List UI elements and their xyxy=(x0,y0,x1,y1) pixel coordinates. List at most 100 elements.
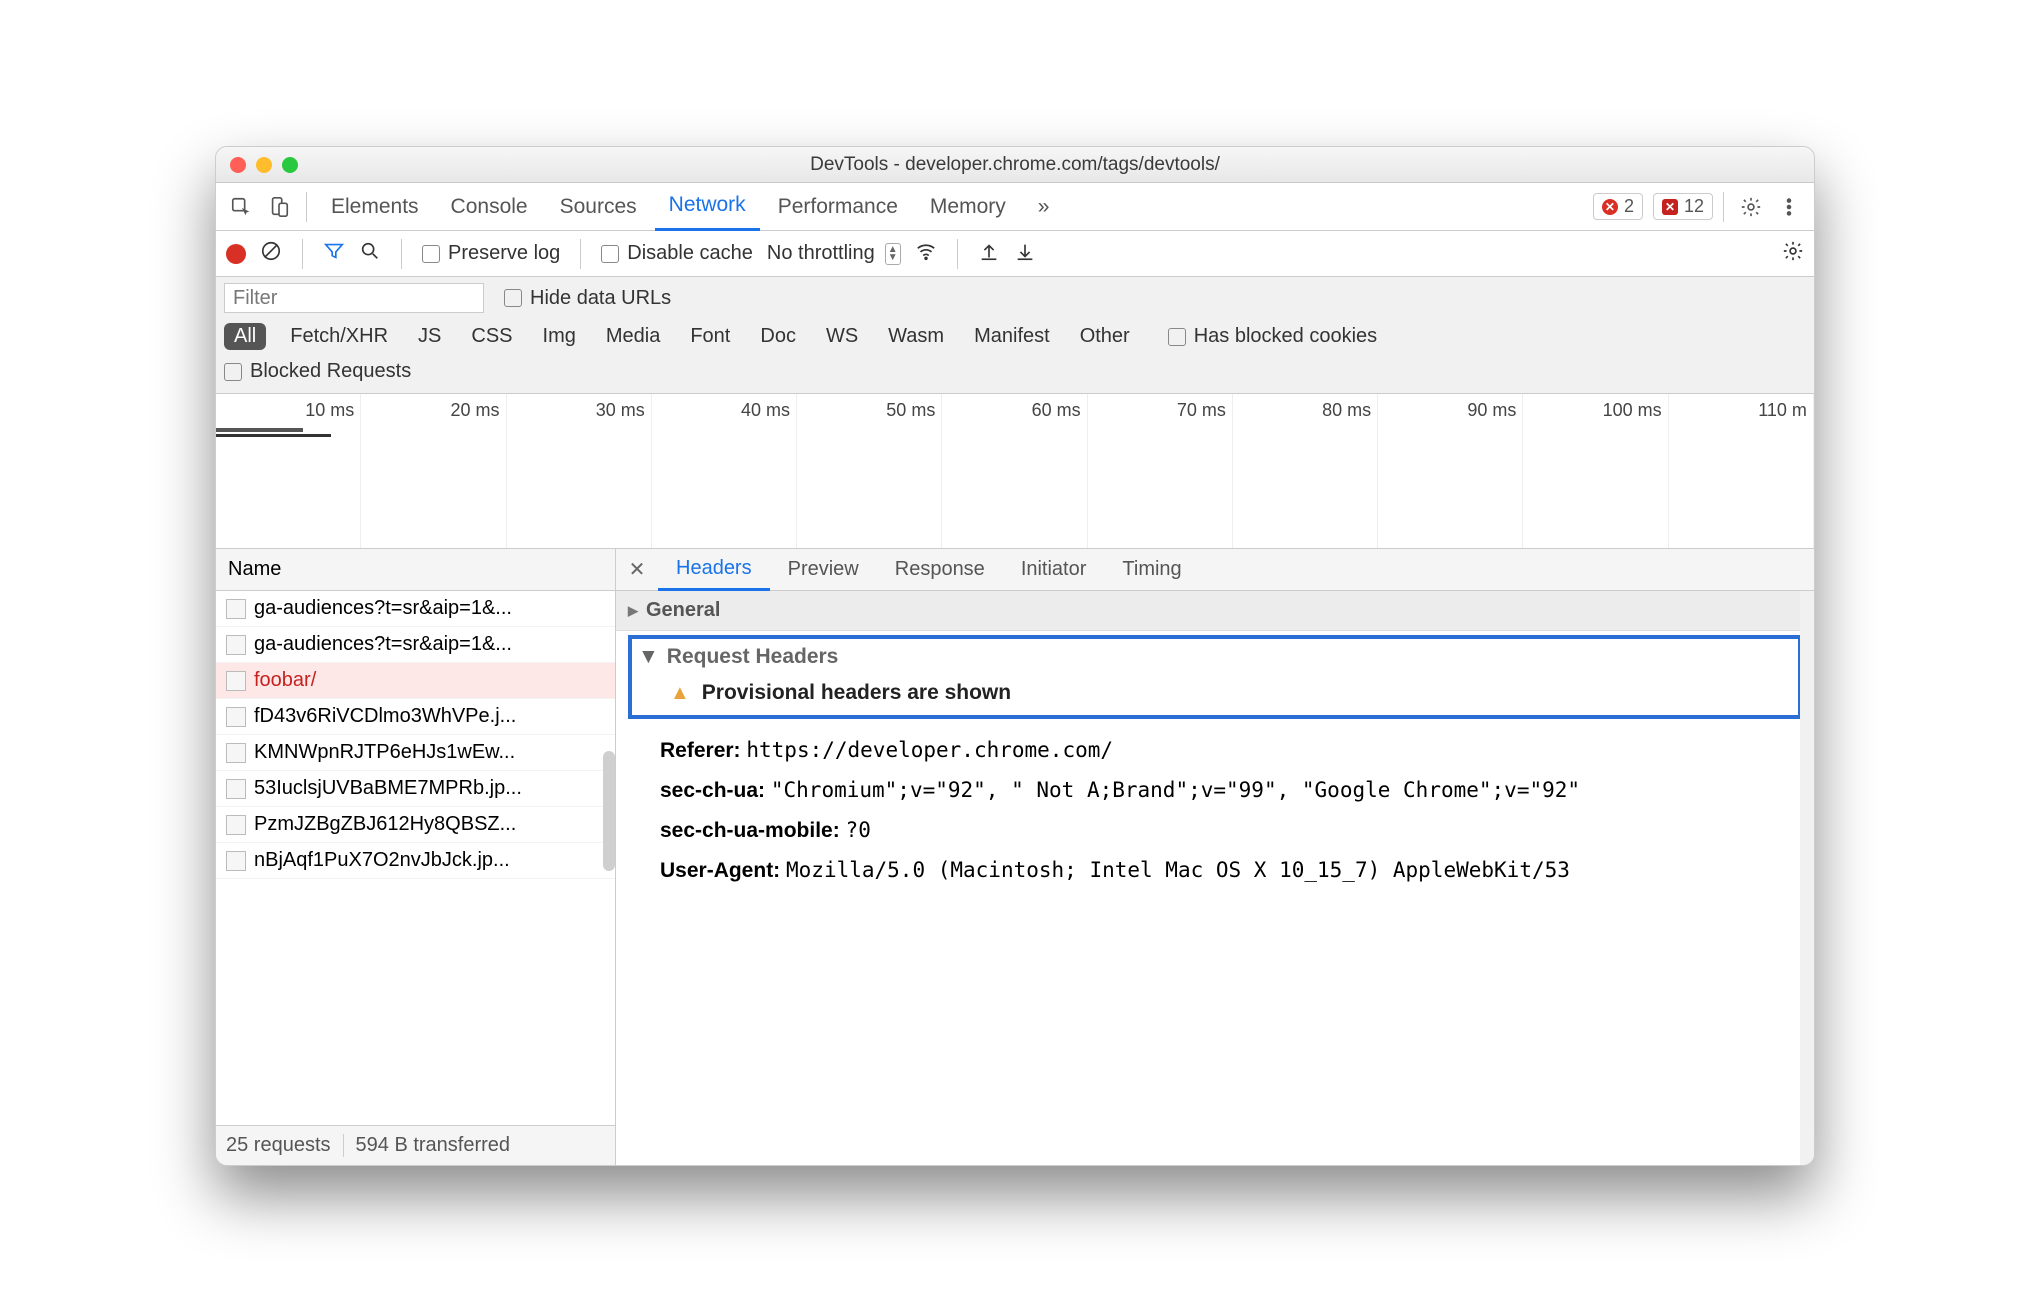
header-value: "Chromium";v="92", " Not A;Brand";v="99"… xyxy=(771,778,1580,802)
filter-type-js[interactable]: JS xyxy=(412,323,447,350)
detail-tab-initiator[interactable]: Initiator xyxy=(1003,549,1105,591)
request-headers-list: Referer: https://developer.chrome.com/se… xyxy=(616,723,1814,909)
filter-input[interactable]: Filter xyxy=(224,283,484,313)
request-headers-section-header[interactable]: ▼ Request Headers xyxy=(632,639,1798,675)
search-icon[interactable] xyxy=(359,240,381,268)
request-row[interactable]: ga-audiences?t=sr&aip=1&... xyxy=(216,627,615,663)
request-row[interactable]: fD43v6RiVCDlmo3WhVPe.j... xyxy=(216,699,615,735)
titlebar: DevTools - developer.chrome.com/tags/dev… xyxy=(216,147,1814,183)
kebab-menu-icon[interactable] xyxy=(1772,190,1806,224)
request-list[interactable]: ga-audiences?t=sr&aip=1&... ga-audiences?… xyxy=(216,591,615,1125)
separator xyxy=(957,239,958,269)
timeline-label: 90 ms xyxy=(1378,394,1523,428)
detail-tab-preview[interactable]: Preview xyxy=(770,549,877,591)
record-button[interactable] xyxy=(226,244,246,264)
request-row[interactable]: PzmJZBgZBJ612Hy8QBSZ... xyxy=(216,807,615,843)
tab-sources[interactable]: Sources xyxy=(546,183,651,231)
request-name: KMNWpnRJTP6eHJs1wEw... xyxy=(254,741,515,764)
scrollbar[interactable] xyxy=(1800,591,1814,1165)
minimize-window-button[interactable] xyxy=(256,157,272,173)
filter-type-fetchxhr[interactable]: Fetch/XHR xyxy=(284,323,394,350)
filter-type-manifest[interactable]: Manifest xyxy=(968,323,1056,350)
issue-count-pill[interactable]: ✕ 12 xyxy=(1653,193,1713,220)
header-row: sec-ch-ua-mobile: ?0 xyxy=(660,811,1792,851)
inspect-element-icon[interactable] xyxy=(224,190,258,224)
detail-tab-timing[interactable]: Timing xyxy=(1104,549,1199,591)
tab-console[interactable]: Console xyxy=(437,183,542,231)
filter-type-img[interactable]: Img xyxy=(537,323,582,350)
panel-tabs: Elements Console Sources Network Perform… xyxy=(216,183,1814,231)
filter-type-css[interactable]: CSS xyxy=(465,323,518,350)
timeline-label: 10 ms xyxy=(216,394,361,428)
filter-types: All Fetch/XHR JS CSS Img Media Font Doc … xyxy=(224,323,1806,350)
request-row[interactable]: foobar/ xyxy=(216,663,615,699)
scrollbar[interactable] xyxy=(603,751,615,871)
header-row: Referer: https://developer.chrome.com/ xyxy=(660,731,1792,771)
filter-type-font[interactable]: Font xyxy=(684,323,736,350)
timeline-label: 30 ms xyxy=(507,394,652,428)
close-window-button[interactable] xyxy=(230,157,246,173)
close-detail-icon[interactable]: ✕ xyxy=(616,557,658,582)
filter-type-ws[interactable]: WS xyxy=(820,323,864,350)
filter-toggle-icon[interactable] xyxy=(323,240,345,268)
network-settings-icon[interactable] xyxy=(1782,240,1804,268)
issue-icon: ✕ xyxy=(1662,199,1678,215)
preserve-log-checkbox[interactable]: Preserve log xyxy=(422,242,560,265)
general-section-header[interactable]: ▶ General xyxy=(616,591,1814,630)
request-name: fD43v6RiVCDlmo3WhVPe.j... xyxy=(254,705,516,728)
header-row: User-Agent: Mozilla/5.0 (Macintosh; Inte… xyxy=(660,851,1792,891)
maximize-window-button[interactable] xyxy=(282,157,298,173)
separator xyxy=(302,239,303,269)
filter-type-all[interactable]: All xyxy=(224,323,266,350)
download-har-icon[interactable] xyxy=(1014,240,1036,268)
transferred-size: 594 B transferred xyxy=(343,1134,511,1157)
detail-tabs: ✕ Headers Preview Response Initiator Tim… xyxy=(616,549,1814,591)
blocked-requests-checkbox[interactable]: Blocked Requests xyxy=(224,360,1806,383)
throttling-select[interactable]: No throttling ▲▼ xyxy=(767,242,901,265)
tabs-overflow[interactable]: » xyxy=(1024,183,1064,231)
clear-icon[interactable] xyxy=(260,240,282,268)
request-name: ga-audiences?t=sr&aip=1&... xyxy=(254,633,512,656)
request-row[interactable]: nBjAqf1PuX7O2nvJbJck.jp... xyxy=(216,843,615,879)
filter-type-wasm[interactable]: Wasm xyxy=(882,323,950,350)
header-row: sec-ch-ua: "Chromium";v="92", " Not A;Br… xyxy=(660,771,1792,811)
network-toolbar: Preserve log Disable cache No throttling… xyxy=(216,231,1814,277)
provisional-headers-warning: ▲ Provisional headers are shown xyxy=(632,675,1798,715)
timeline-label: 40 ms xyxy=(652,394,797,428)
detail-tab-headers[interactable]: Headers xyxy=(658,549,770,591)
upload-har-icon[interactable] xyxy=(978,240,1000,268)
file-icon xyxy=(226,707,246,727)
header-value: https://developer.chrome.com/ xyxy=(746,738,1113,762)
has-blocked-cookies-checkbox[interactable]: Has blocked cookies xyxy=(1168,325,1377,348)
settings-icon[interactable] xyxy=(1734,190,1768,224)
request-row[interactable]: ga-audiences?t=sr&aip=1&... xyxy=(216,591,615,627)
request-row[interactable]: KMNWpnRJTP6eHJs1wEw... xyxy=(216,735,615,771)
separator xyxy=(580,239,581,269)
request-name: PzmJZBgZBJ612Hy8QBSZ... xyxy=(254,813,516,836)
timeline-label: 80 ms xyxy=(1233,394,1378,428)
tab-network[interactable]: Network xyxy=(655,183,760,231)
tab-performance[interactable]: Performance xyxy=(764,183,912,231)
request-row[interactable]: 53IuclsjUVBaBME7MPRb.jp... xyxy=(216,771,615,807)
disable-cache-checkbox[interactable]: Disable cache xyxy=(601,242,753,265)
request-name: ga-audiences?t=sr&aip=1&... xyxy=(254,597,512,620)
request-list-header[interactable]: Name xyxy=(216,549,615,591)
filter-type-media[interactable]: Media xyxy=(600,323,666,350)
timeline-label: 20 ms xyxy=(361,394,506,428)
hide-data-urls-checkbox[interactable]: Hide data URLs xyxy=(504,287,671,310)
request-name: 53IuclsjUVBaBME7MPRb.jp... xyxy=(254,777,522,800)
filter-type-doc[interactable]: Doc xyxy=(754,323,802,350)
request-name: nBjAqf1PuX7O2nvJbJck.jp... xyxy=(254,849,510,872)
tab-elements[interactable]: Elements xyxy=(317,183,433,231)
error-count-pill[interactable]: ✕ 2 xyxy=(1593,193,1643,220)
file-icon xyxy=(226,599,246,619)
header-key: sec-ch-ua-mobile: xyxy=(660,819,846,842)
detail-body[interactable]: ▶ General ▼ Request Headers ▲ Provisiona… xyxy=(616,591,1814,1165)
filter-type-other[interactable]: Other xyxy=(1074,323,1136,350)
detail-tab-response[interactable]: Response xyxy=(877,549,1003,591)
tab-memory[interactable]: Memory xyxy=(916,183,1020,231)
network-conditions-icon[interactable] xyxy=(915,240,937,268)
timeline-label: 60 ms xyxy=(942,394,1087,428)
timeline[interactable]: 10 ms20 ms30 ms40 ms50 ms60 ms70 ms80 ms… xyxy=(216,394,1814,549)
device-toolbar-icon[interactable] xyxy=(262,190,296,224)
